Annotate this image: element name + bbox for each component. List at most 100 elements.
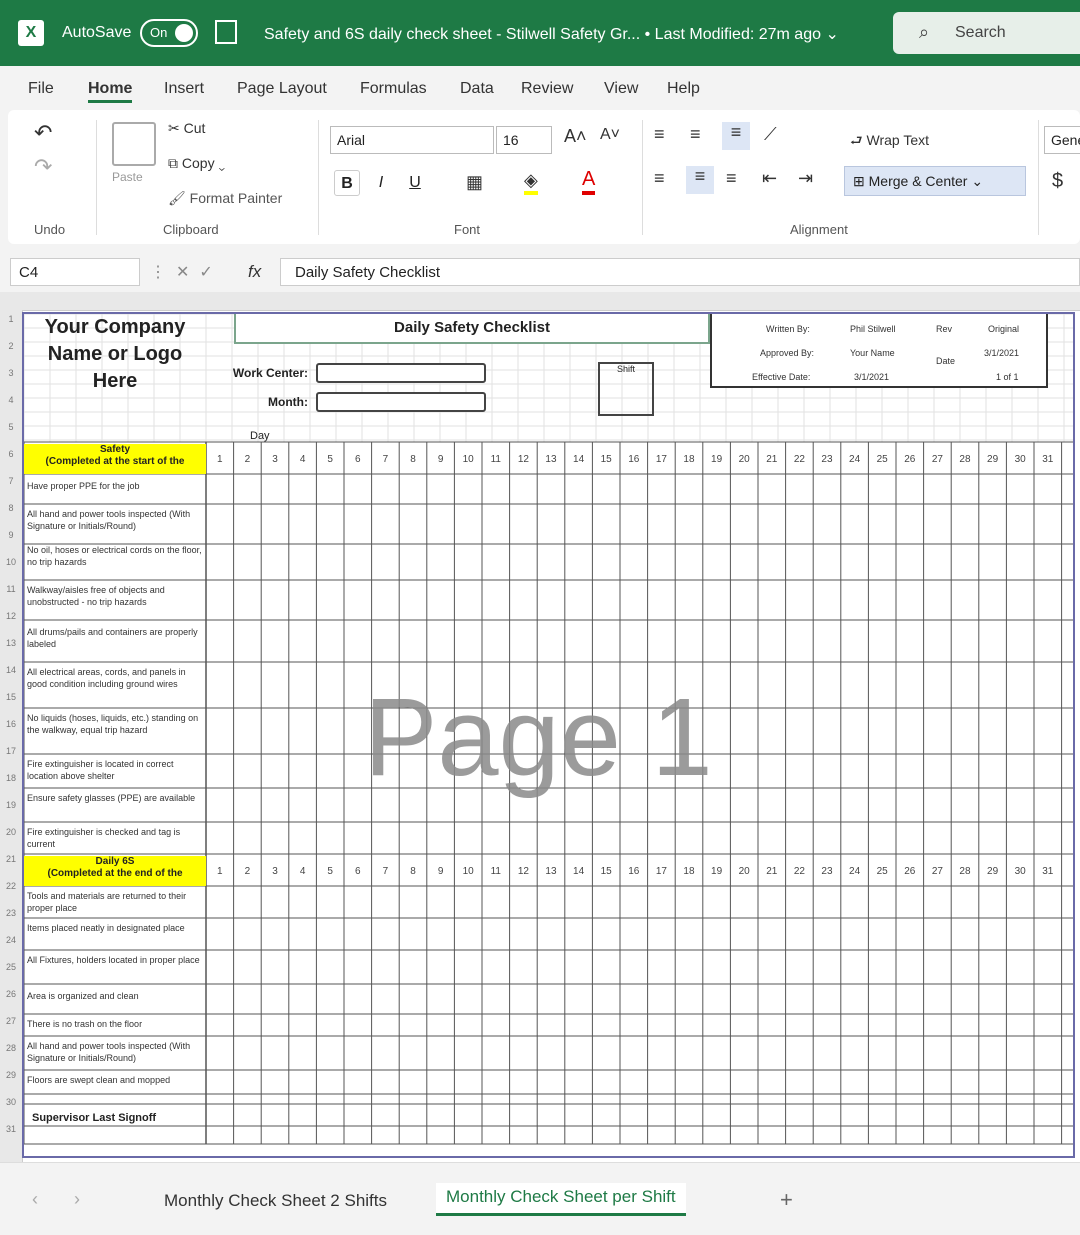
align-bottom-icon[interactable]: ≡	[722, 122, 750, 150]
format-painter-button[interactable]: 🖌 Format Painter	[168, 190, 282, 207]
document-title[interactable]: Safety and 6S daily check sheet - Stilwe…	[264, 24, 839, 44]
autosave-toggle[interactable]: On	[140, 19, 198, 47]
tab-review[interactable]: Review	[521, 80, 573, 98]
row-number[interactable]: 6	[0, 449, 22, 459]
align-top-icon[interactable]: ≡	[654, 124, 665, 145]
row-number[interactable]: 16	[0, 719, 22, 729]
orientation-icon[interactable]: ⟋	[764, 124, 777, 145]
row-number[interactable]: 19	[0, 800, 22, 810]
row-number[interactable]: 25	[0, 962, 22, 972]
sheet-tab-per-shift[interactable]: Monthly Check Sheet per Shift	[436, 1183, 686, 1216]
tab-file[interactable]: File	[28, 80, 54, 98]
tab-page-layout[interactable]: Page Layout	[237, 80, 327, 98]
safety-item[interactable]: No oil, hoses or electrical cords on the…	[27, 544, 205, 578]
increase-indent-icon[interactable]: ⇥	[798, 168, 813, 189]
currency-button[interactable]: $	[1052, 170, 1063, 193]
search-box[interactable]: ⌕ Search	[893, 12, 1080, 54]
row-number[interactable]: 12	[0, 611, 22, 621]
row-number[interactable]: 11	[0, 584, 22, 594]
row-number[interactable]: 10	[0, 557, 22, 567]
shift-box[interactable]: Shift	[598, 362, 654, 416]
row-number[interactable]: 23	[0, 908, 22, 918]
borders-icon[interactable]: ▦	[466, 172, 483, 193]
row-headers[interactable]: 1 2 3 4 5 6 7 8 9 10 11 12 13 14 15 16 17 18 19 20 21 22 23 24 2…	[0, 310, 23, 1162]
safety-item[interactable]: Fire extinguisher is located in correct …	[27, 758, 205, 784]
row-number[interactable]: 31	[0, 1124, 22, 1134]
tab-home[interactable]: Home	[88, 80, 133, 103]
row-number[interactable]: 2	[0, 341, 22, 351]
row-number[interactable]: 15	[0, 692, 22, 702]
row-number[interactable]: 29	[0, 1070, 22, 1080]
row-number[interactable]: 3	[0, 368, 22, 378]
sixs-item[interactable]: Tools and materials are returned to thei…	[27, 890, 205, 916]
wrap-text-button[interactable]: ⮐ Wrap Text	[850, 130, 929, 154]
fill-color-icon[interactable]: ◈	[524, 170, 538, 195]
copy-button[interactable]: ⧉ Copy ⌄	[168, 155, 225, 172]
safety-item[interactable]: Walkway/aisles free of objects and unobs…	[27, 584, 205, 618]
underline-button[interactable]: U	[402, 170, 428, 196]
safety-item[interactable]: Ensure safety glasses (PPE) are availabl…	[27, 792, 205, 818]
align-middle-icon[interactable]: ≡	[690, 124, 701, 145]
align-left-icon[interactable]: ≡	[654, 168, 665, 189]
row-number[interactable]: 17	[0, 746, 22, 756]
row-number[interactable]: 21	[0, 854, 22, 864]
row-number[interactable]: 1	[0, 314, 22, 324]
font-name-select[interactable]: Arial	[330, 126, 494, 154]
tab-insert[interactable]: Insert	[164, 80, 204, 98]
row-number[interactable]: 9	[0, 530, 22, 540]
row-number[interactable]: 5	[0, 422, 22, 432]
row-number[interactable]: 20	[0, 827, 22, 837]
row-number[interactable]: 26	[0, 989, 22, 999]
font-size-select[interactable]: 16	[496, 126, 552, 154]
font-color-icon[interactable]: A	[582, 168, 596, 195]
sixs-item[interactable]: Items placed neatly in designated place	[27, 922, 205, 948]
sixs-item[interactable]: All hand and power tools inspected (With…	[27, 1040, 205, 1066]
next-sheet-icon[interactable]: ›	[74, 1189, 80, 1210]
row-number[interactable]: 28	[0, 1043, 22, 1053]
row-number[interactable]: 27	[0, 1016, 22, 1026]
name-box[interactable]: C4	[10, 258, 140, 286]
safety-item[interactable]: No liquids (hoses, liquids, etc.) standi…	[27, 712, 205, 752]
paste-icon[interactable]	[112, 122, 156, 166]
sheet-tab-two-shifts[interactable]: Monthly Check Sheet 2 Shifts	[164, 1191, 387, 1211]
row-number[interactable]: 13	[0, 638, 22, 648]
add-sheet-button[interactable]: +	[780, 1187, 793, 1213]
row-number[interactable]: 8	[0, 503, 22, 513]
tab-formulas[interactable]: Formulas	[360, 80, 427, 98]
formula-input[interactable]: Daily Safety Checklist	[280, 258, 1080, 286]
paste-button[interactable]: Paste	[112, 170, 143, 184]
page-layout-area[interactable]: Your Company Name or Logo Here Daily Saf…	[22, 312, 1075, 1158]
tab-view[interactable]: View	[604, 80, 638, 98]
increase-font-icon[interactable]: A˄	[564, 126, 587, 147]
prev-sheet-icon[interactable]: ‹	[32, 1189, 38, 1210]
safety-item[interactable]: All drums/pails and containers are prope…	[27, 626, 205, 660]
save-icon[interactable]	[215, 20, 237, 44]
decrease-font-icon[interactable]: A˅	[600, 126, 620, 144]
undo-icon[interactable]: ↶	[34, 120, 52, 146]
redo-icon[interactable]: ↷	[34, 154, 52, 180]
merge-center-button[interactable]: ⊞ Merge & Center ⌄	[844, 166, 1026, 196]
row-number[interactable]: 18	[0, 773, 22, 783]
align-right-icon[interactable]: ≡	[726, 168, 737, 189]
month-field[interactable]	[316, 392, 486, 412]
tab-data[interactable]: Data	[460, 80, 494, 98]
safety-item[interactable]: Have proper PPE for the job	[27, 480, 205, 504]
sixs-item[interactable]: All Fixtures, holders located in proper …	[27, 954, 205, 980]
safety-item[interactable]: All electrical areas, cords, and panels …	[27, 666, 205, 706]
column-headers[interactable]	[0, 292, 1080, 311]
row-number[interactable]: 14	[0, 665, 22, 675]
row-number[interactable]: 7	[0, 476, 22, 486]
sixs-item[interactable]: There is no trash on the floor	[27, 1018, 205, 1032]
row-number[interactable]: 24	[0, 935, 22, 945]
work-center-field[interactable]	[316, 363, 486, 383]
cut-button[interactable]: ✂ Cut	[168, 120, 205, 137]
tab-help[interactable]: Help	[667, 80, 700, 98]
insert-function-button[interactable]: fx	[248, 262, 261, 282]
align-center-icon[interactable]: ≡	[686, 166, 714, 194]
decrease-indent-icon[interactable]: ⇤	[762, 168, 777, 189]
row-number[interactable]: 30	[0, 1097, 22, 1107]
italic-button[interactable]: I	[368, 170, 394, 196]
bold-button[interactable]: B	[334, 170, 360, 196]
sixs-item[interactable]: Floors are swept clean and mopped	[27, 1074, 205, 1088]
worksheet[interactable]: 1 2 3 4 5 6 7 8 9 10 11 12 13 14 15 16 17 18 19 20 21 22 23 24 2…	[0, 292, 1080, 1162]
